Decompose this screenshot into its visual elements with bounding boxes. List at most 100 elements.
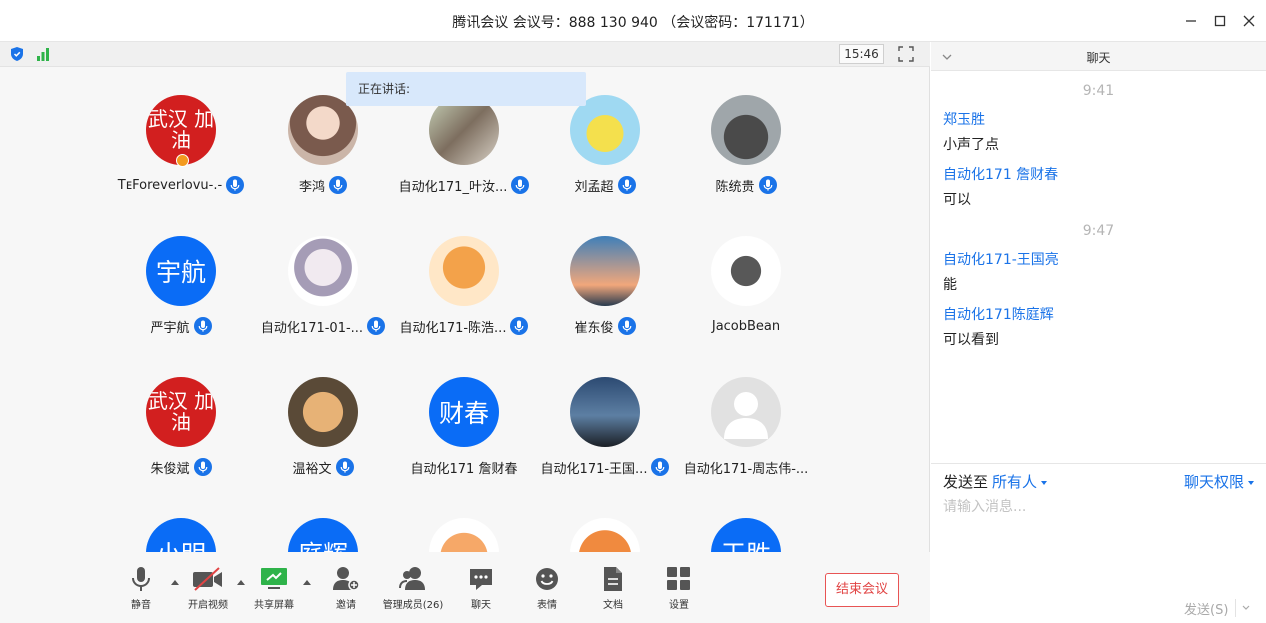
chat-button[interactable]: 聊天 — [446, 566, 516, 616]
manage-members-button[interactable]: 管理成员(26) — [378, 566, 448, 616]
participant-tile[interactable] — [389, 490, 539, 552]
participant-tile[interactable]: 王胜 — [671, 490, 821, 552]
message-input[interactable] — [943, 496, 1253, 596]
end-meeting-button[interactable]: 结束会议 — [825, 573, 899, 607]
participant-name: 陈统贵 — [715, 179, 755, 195]
participant-tile[interactable]: JacobBean — [671, 208, 821, 334]
avatar: 庭辉 — [288, 518, 358, 552]
participant-name: 严宇航 — [150, 320, 190, 336]
participant-tile[interactable]: 宇航严宇航 — [106, 208, 256, 336]
invite-user-icon — [333, 567, 360, 591]
chat-panel: 聊天 9:41 郑玉胜 小声了点 自动化171 詹财春 可以 9:47 自动化1… — [931, 42, 1266, 623]
participant-name: 李鸿 — [298, 179, 325, 195]
send-to-target[interactable]: 所有人 — [992, 473, 1037, 491]
invite-label: 邀请 — [336, 600, 356, 611]
participant-name: 自动化171-王国... — [540, 461, 648, 477]
send-options-button[interactable] — [1235, 599, 1255, 617]
chat-message-text: 能 — [943, 277, 957, 293]
security-shield-icon[interactable] — [9, 46, 25, 62]
participant-name: 朱俊斌 — [150, 461, 190, 477]
settings-label: 设置 — [669, 600, 689, 611]
speaking-indicator: 正在讲话: — [346, 72, 586, 106]
close-button[interactable] — [1236, 8, 1262, 34]
send-button[interactable]: 发送(S) — [1184, 599, 1228, 618]
fullscreen-icon[interactable] — [898, 46, 914, 62]
participant-name: JacobBean — [711, 318, 781, 334]
avatar-banner-text: 武汉 加油 — [147, 107, 215, 152]
avatar-initials: 财春 — [438, 399, 489, 428]
share-screen-button[interactable]: 共享屏幕 — [239, 566, 309, 616]
dropdown-arrow-icon — [1248, 480, 1254, 485]
chat-permissions-dropdown[interactable]: 聊天权限 — [1184, 471, 1254, 492]
settings-grid-icon — [667, 567, 690, 590]
participant-tile[interactable]: 小明 — [106, 490, 256, 552]
microphone-status-icon — [193, 317, 212, 335]
avatar-banner-text: 武汉 加油 — [147, 389, 215, 434]
chat-message-list: 9:41 郑玉胜 小声了点 自动化171 詹财春 可以 9:47 自动化171-… — [931, 71, 1266, 463]
avatar: 王胜 — [711, 518, 781, 552]
title-bar: 腾讯会议 会议号：888 130 940 （会议密码：171171） — [0, 0, 1266, 42]
participant-tile[interactable]: 自动化171-周志伟-... — [671, 349, 821, 477]
participant-tile[interactable]: 温裕文 — [248, 349, 398, 477]
start-video-button[interactable]: 开启视频 — [173, 566, 243, 616]
avatar — [711, 377, 781, 447]
chat-permissions-label: 聊天权限 — [1183, 473, 1244, 491]
maximize-icon — [1214, 15, 1226, 27]
chat-sender[interactable]: 自动化171陈庭辉 — [943, 304, 1054, 324]
chat-sender[interactable]: 郑玉胜 — [943, 109, 985, 129]
mute-button[interactable]: 静音 — [106, 566, 176, 616]
microphone-status-icon — [758, 176, 777, 194]
avatar — [429, 236, 499, 306]
participant-tile[interactable]: 崔东俊 — [530, 208, 680, 336]
chevron-down-icon — [1242, 605, 1249, 610]
reaction-button[interactable]: 表情 — [512, 566, 582, 616]
avatar — [288, 236, 358, 306]
chat-sender[interactable]: 自动化171-王国亮 — [943, 249, 1059, 269]
avatar-initials: 庭辉 — [298, 535, 348, 552]
microphone-status-icon — [193, 458, 212, 476]
participant-tile[interactable]: 武汉 加油 朱俊斌 — [106, 349, 256, 477]
participant-tile[interactable]: 庭辉 — [248, 490, 398, 552]
participant-name: 自动化171-01-... — [260, 320, 364, 336]
avatar — [570, 518, 640, 552]
participant-tile[interactable]: 武汉 加油 TᴇForeverlovu-.- — [106, 67, 256, 194]
share-screen-icon — [261, 568, 287, 589]
documents-button[interactable]: 文档 — [578, 566, 648, 616]
chat-message-text: 小声了点 — [943, 137, 999, 153]
chat-message-text: 可以 — [943, 192, 971, 208]
meeting-main-area: 15:46 武汉 加油 TᴇForeverlovu-.- 李鸿 自动化171_叶汝..… — [0, 42, 930, 623]
participant-tile[interactable]: 陈统贵 — [671, 67, 821, 195]
window-title: 腾讯会议 会议号：888 130 940 （会议密码：171171） — [452, 15, 814, 31]
participant-tile[interactable]: 自动化171-陈浩... — [389, 208, 539, 336]
manage-members-label: 管理成员(26) — [382, 600, 444, 611]
default-user-icon — [724, 392, 768, 439]
maximize-button[interactable] — [1207, 8, 1233, 34]
participant-name: 刘孟超 — [574, 179, 614, 195]
chat-composer: 发送至所有人 聊天权限 发送(S) — [931, 463, 1266, 623]
send-to-label: 发送至 — [943, 473, 989, 491]
avatar: 宇航 — [146, 236, 216, 306]
invite-button[interactable]: 邀请 — [311, 566, 381, 616]
participant-tile[interactable]: 自动化171-01-... — [248, 208, 398, 336]
emoji-icon — [536, 568, 558, 590]
close-icon — [1243, 15, 1255, 27]
participant-tile[interactable]: 财春 自动化171 詹财春 — [389, 349, 539, 477]
participant-name-row: 陈统贵 — [651, 175, 841, 195]
avatar — [429, 518, 499, 552]
avatar — [570, 236, 640, 306]
minimize-button[interactable] — [1178, 8, 1204, 34]
avatar: 武汉 加油 — [146, 377, 216, 447]
send-to-selector[interactable]: 发送至 所有人 — [943, 471, 1048, 492]
mute-label: 静音 — [131, 600, 151, 611]
participant-tile[interactable]: 自动化171-王国... — [530, 349, 680, 477]
microphone-status-icon — [329, 176, 347, 194]
participant-tile[interactable] — [530, 490, 680, 552]
network-signal-icon[interactable] — [35, 46, 51, 62]
document-icon — [604, 567, 622, 591]
chat-title: 聊天 — [1086, 51, 1111, 65]
participant-name: 崔东俊 — [574, 320, 614, 336]
chat-sender[interactable]: 自动化171 詹财春 — [943, 164, 1058, 184]
avatar — [711, 95, 781, 165]
settings-button[interactable]: 设置 — [644, 566, 714, 616]
chat-timestamp: 9:41 — [1082, 83, 1115, 99]
